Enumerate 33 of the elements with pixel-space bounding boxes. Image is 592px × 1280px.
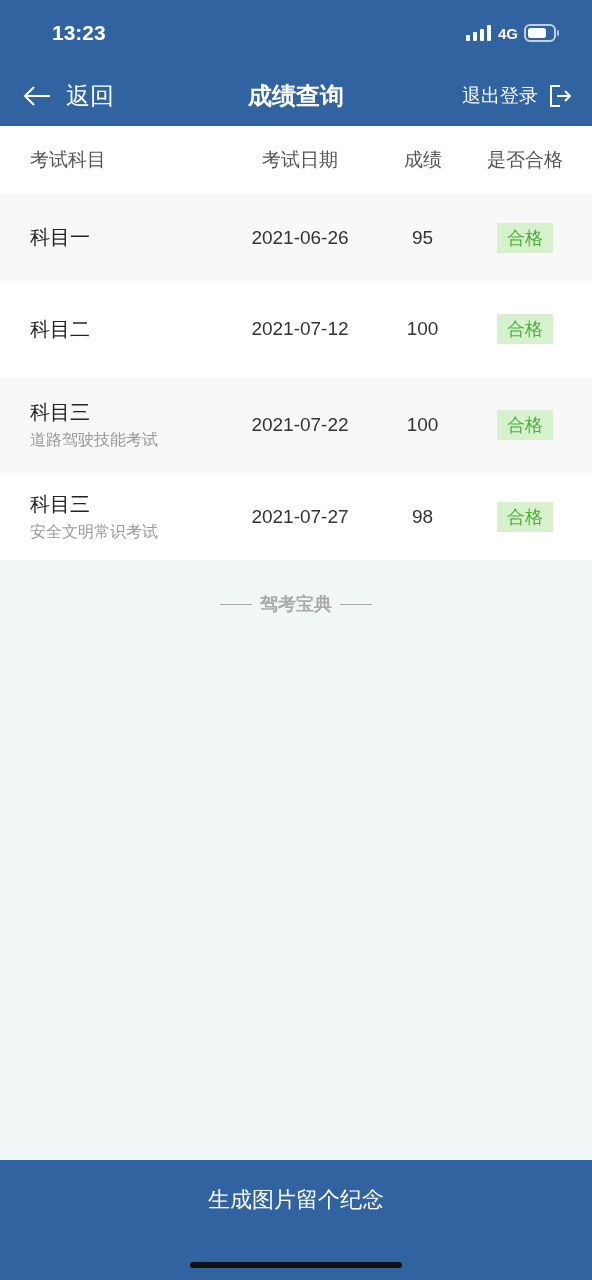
score-cell: 100 xyxy=(406,414,439,436)
result-label: 合格 xyxy=(497,410,553,440)
status-time: 13:23 xyxy=(52,21,106,45)
brand-footer: 驾考宝典 xyxy=(260,592,332,616)
network-label: 4G xyxy=(498,24,518,42)
score-cell: 95 xyxy=(411,226,434,249)
back-arrow-icon xyxy=(22,85,52,107)
date-cell: 2021-07-27 xyxy=(251,505,349,528)
date-cell: 2021-07-12 xyxy=(251,318,349,340)
subject-subtitle: 道路驾驶技能考试 xyxy=(30,430,159,451)
battery-icon xyxy=(524,24,560,42)
column-header: 是否合格 xyxy=(487,147,563,172)
subject-subtitle: 安全文明常识考试 xyxy=(30,521,159,543)
result-label: 合格 xyxy=(497,314,553,344)
subject-name: 科目二 xyxy=(30,315,91,343)
logout-icon xyxy=(548,84,572,108)
signal-icon xyxy=(466,25,492,41)
column-header: 成绩 xyxy=(403,147,442,172)
back-button[interactable]: 返回 xyxy=(22,80,114,112)
subject-name: 科目三 xyxy=(30,490,91,518)
page-title: 成绩查询 xyxy=(247,81,345,112)
date-cell: 2021-07-22 xyxy=(251,414,349,436)
date-cell: 2021-06-26 xyxy=(251,226,349,249)
column-header: 考试日期 xyxy=(262,147,338,172)
result-label: 合格 xyxy=(497,222,553,253)
subject-name: 科目一 xyxy=(30,224,91,251)
column-header: 考试科目 xyxy=(30,147,106,172)
subject-name: 科目三 xyxy=(30,399,91,426)
logout-button[interactable]: 退出登录 xyxy=(462,83,572,109)
score-cell: 100 xyxy=(406,318,439,340)
generate-image-button[interactable]: 生成图片留个纪念 xyxy=(198,1180,394,1220)
score-cell: 98 xyxy=(411,505,434,528)
result-label: 合格 xyxy=(497,501,553,532)
